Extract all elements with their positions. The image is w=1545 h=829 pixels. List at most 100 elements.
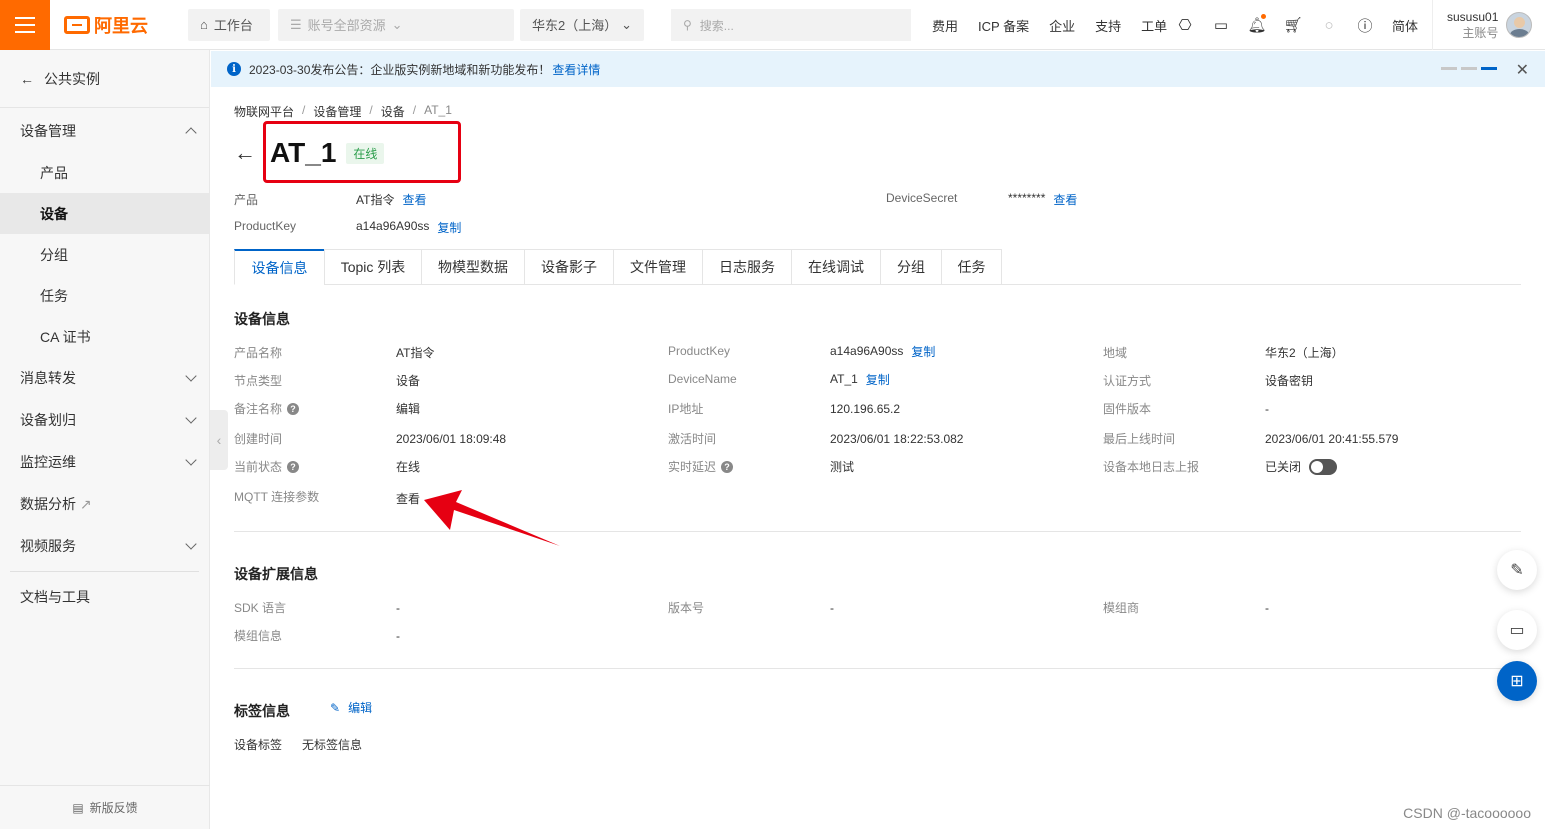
feedback-button[interactable]: ▤ 新版反馈 [0, 785, 210, 829]
secret-view-link[interactable]: 查看 [1053, 191, 1077, 208]
announcement-bar: i 2023-03-30发布公告：企业版实例新地域和新功能发布！ 查看详情 ✕ [211, 51, 1545, 87]
sidebar-group-message-forward[interactable]: 消息转发 [0, 357, 209, 399]
breadcrumb-device[interactable]: 设备 [381, 103, 405, 120]
menu-icon[interactable] [0, 0, 50, 50]
breadcrumb-iot[interactable]: 物联网平台 [234, 103, 294, 120]
sidebar: ← 公共实例 设备管理 产品 设备 分组 任务 CA 证书 消息转发 设备划归 监… [0, 50, 210, 829]
help-icon[interactable]: ? [287, 402, 300, 415]
cloud-shell-icon[interactable]: ⎔ [1174, 14, 1196, 36]
tab-logs[interactable]: 日志服务 [702, 249, 791, 285]
cart-icon[interactable]: 🛒︎ [1282, 14, 1304, 36]
aliyun-logo[interactable]: 阿里云 [64, 12, 164, 38]
field-devicename: DeviceName AT_1 复制 [668, 372, 890, 387]
sidebar-item-group[interactable]: 分组 [0, 234, 209, 275]
close-icon[interactable]: ✕ [1516, 60, 1529, 80]
product-view-link[interactable]: 查看 [402, 191, 426, 208]
top-link-enterprise[interactable]: 企业 [1049, 16, 1075, 35]
list-icon: ☰ [290, 16, 302, 32]
meta-devicesecret: DeviceSecret ******** 查看 [886, 191, 1078, 208]
user-menu[interactable]: sususu01 主账号 [1432, 0, 1545, 50]
local-log-toggle[interactable] [1309, 458, 1338, 475]
sidebar-back[interactable]: ← 公共实例 [0, 50, 209, 108]
apps-float-button[interactable]: ⊞ [1497, 661, 1537, 701]
top-link-support[interactable]: 支持 [1095, 16, 1121, 35]
sidebar-item-product[interactable]: 产品 [0, 152, 209, 193]
title-row: ← AT_1 在线 [234, 137, 385, 169]
announcement-details-link[interactable]: 查看详情 [552, 61, 600, 78]
carousel-indicator[interactable] [1441, 67, 1497, 70]
language-switch[interactable]: 简体 [1392, 16, 1418, 35]
tag-edit-button[interactable]: ✎ 编辑 [330, 699, 372, 716]
top-icons: ⎔ ▭ 🔔︎ 🛒︎ ○ ⓘ [1174, 14, 1376, 36]
chevron-down-icon: ⌄ [391, 16, 403, 32]
help-icon[interactable]: ? [721, 460, 734, 473]
top-links: 费用 ICP 备案 企业 支持 工单 [932, 0, 1187, 50]
info-icon: i [227, 62, 241, 76]
lightbulb-icon[interactable]: ○ [1318, 14, 1340, 36]
sidebar-group-video[interactable]: 视频服务 [0, 525, 209, 567]
meta-product: 产品 AT指令 查看 [234, 191, 427, 208]
feedback-icon: ▤ [72, 800, 84, 815]
divider [234, 668, 1521, 669]
edit-float-button[interactable]: ✎ [1497, 550, 1537, 590]
mqtt-view-link[interactable]: 查看 [396, 490, 420, 507]
tab-shadow[interactable]: 设备影子 [524, 249, 613, 285]
sidebar-item-docs[interactable]: 文档与工具 [0, 576, 209, 618]
chevron-left-icon: ‹ [216, 432, 222, 448]
tab-topic-list[interactable]: Topic 列表 [324, 249, 421, 285]
region-select[interactable]: 华东2（上海） ⌄ [520, 8, 644, 41]
remark-edit-link[interactable]: 编辑 [396, 400, 420, 417]
tab-task[interactable]: 任务 [941, 249, 1002, 285]
chat-float-button[interactable]: ▭ [1497, 610, 1537, 650]
productkey-copy-link[interactable]: 复制 [437, 219, 461, 236]
meta-productkey: ProductKey a14a96A90ss 复制 [234, 219, 462, 236]
tab-online-debug[interactable]: 在线调试 [791, 249, 880, 285]
field-latency: 实时延迟? 测试 [668, 460, 855, 474]
tab-thing-model[interactable]: 物模型数据 [421, 249, 524, 285]
ext-info-title: 设备扩展信息 [234, 566, 318, 582]
devicename-copy-link[interactable]: 复制 [866, 371, 890, 388]
grid-icon: ⊞ [1510, 673, 1524, 690]
field-created-time: 创建时间 2023/06/01 18:09:48 [234, 431, 507, 447]
field-device-tags: 设备标签 无标签信息 [234, 738, 363, 752]
help-icon[interactable]: ⓘ [1354, 14, 1376, 36]
help-icon[interactable]: ? [287, 460, 300, 473]
sidebar-group-device-management[interactable]: 设备管理 [0, 110, 209, 152]
tab-device-info[interactable]: 设备信息 [234, 249, 324, 285]
sidebar-group-monitoring[interactable]: 监控运维 [0, 441, 209, 483]
account-scope-select[interactable]: ☰ 账号全部资源 ⌄ [278, 8, 514, 41]
top-link-billing[interactable]: 费用 [932, 16, 958, 35]
sidebar-group-data-analysis[interactable]: 数据分析 ↗ [0, 483, 209, 525]
field-local-log: 设备本地日志上报 已关闭 [1103, 458, 1338, 475]
field-product-name: 产品名称 AT指令 [234, 346, 435, 360]
search-input[interactable]: ⚲ 搜索... [671, 9, 911, 41]
top-link-icp[interactable]: ICP 备案 [978, 16, 1029, 35]
productkey-copy-link-2[interactable]: 复制 [911, 343, 935, 360]
device-info-title: 设备信息 [234, 311, 290, 327]
breadcrumb-device-management[interactable]: 设备管理 [313, 103, 361, 120]
top-link-ticket[interactable]: 工单 [1141, 16, 1167, 35]
logo-mark-icon [64, 15, 90, 34]
bell-icon[interactable]: 🔔︎ [1246, 14, 1268, 36]
status-badge: 在线 [346, 142, 385, 164]
terminal-icon[interactable]: ▭ [1210, 14, 1232, 36]
field-remark: 备注名称? 编辑 [234, 402, 421, 416]
field-ip: IP地址 120.196.65.2 [668, 401, 901, 417]
latency-test-link[interactable]: 测试 [830, 458, 854, 475]
tab-bar: 设备信息 Topic 列表 物模型数据 设备影子 文件管理 日志服务 在线调试 … [234, 249, 1521, 285]
chevron-down-icon [185, 454, 197, 466]
field-current-status: 当前状态? 在线 [234, 460, 421, 474]
sidebar-item-ca-cert[interactable]: CA 证书 [0, 316, 209, 357]
sidebar-item-task[interactable]: 任务 [0, 275, 209, 316]
workspace-button[interactable]: ⌂ 工作台 [188, 8, 270, 41]
sidebar-group-device-assign[interactable]: 设备划归 [0, 399, 209, 441]
tab-group[interactable]: 分组 [880, 249, 941, 285]
back-arrow-icon[interactable]: ← [234, 140, 256, 166]
breadcrumb-current: AT_1 [424, 103, 452, 117]
external-link-icon: ↗ [79, 496, 92, 512]
sidebar-collapse-handle[interactable]: ‹ [210, 410, 228, 470]
chat-icon: ▭ [1509, 622, 1525, 639]
tab-files[interactable]: 文件管理 [613, 249, 702, 285]
chevron-down-icon: ⌄ [621, 16, 632, 32]
sidebar-item-device[interactable]: 设备 [0, 193, 209, 234]
